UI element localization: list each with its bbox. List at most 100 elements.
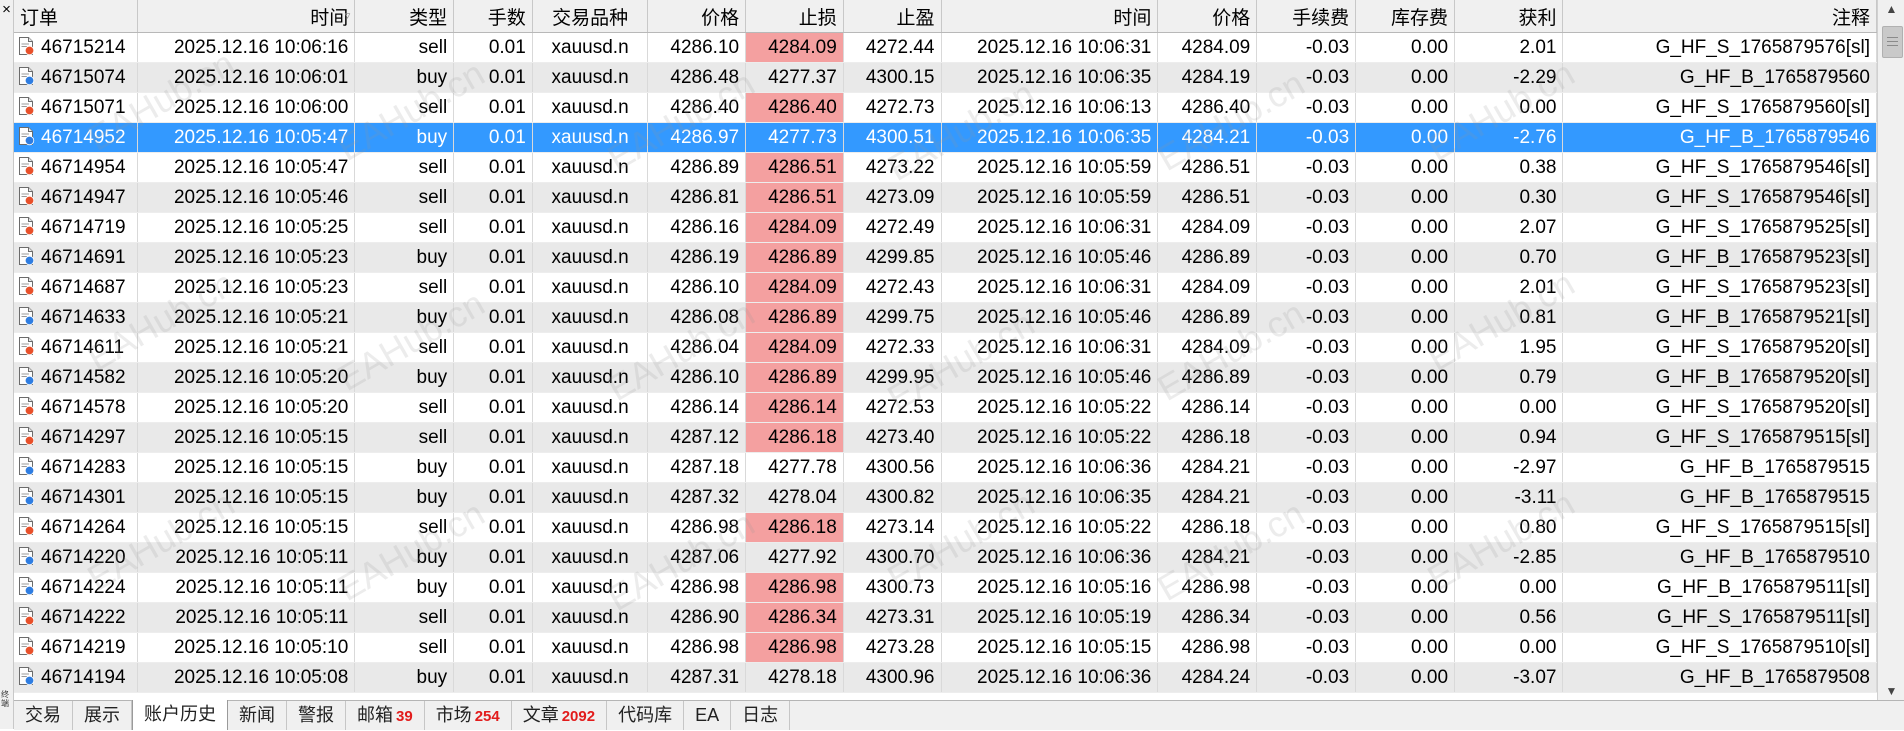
- cell-tp: 4300.82: [843, 482, 942, 513]
- column-header-swap[interactable]: 库存费: [1355, 0, 1456, 33]
- scroll-up-icon[interactable]: ▲: [1878, 2, 1904, 16]
- table-row[interactable]: 46714687 2025.12.16 10:05:23 sell 0.01 xauus…: [14, 272, 1877, 303]
- cell-close_price: 4286.14: [1157, 392, 1258, 423]
- cell-profit: -3.11: [1454, 482, 1564, 513]
- tab-exposure[interactable]: 展示: [73, 701, 132, 730]
- cell-symbol: xauusd.n: [532, 182, 649, 213]
- cell-sl: 4284.09: [745, 272, 844, 303]
- cell-close_time: 2025.12.16 10:05:22: [941, 512, 1159, 543]
- vertical-scrollbar[interactable]: ▲ ▼: [1877, 0, 1904, 700]
- cell-type: sell: [354, 32, 455, 63]
- account-history-grid: 订单 时间 ▿ 类型 手数 交易品种 价格 止损 止盈 时间 价格 手续费 库存费 获利 注释 467152…: [14, 0, 1877, 700]
- cell-lots: 0.01: [453, 362, 533, 393]
- cell-close_time: 2025.12.16 10:05:46: [941, 362, 1159, 393]
- table-row[interactable]: 46714219 2025.12.16 10:05:10 sell 0.01 xauus…: [14, 632, 1877, 663]
- tab-trade[interactable]: 交易: [14, 701, 73, 730]
- table-row[interactable]: 46714719 2025.12.16 10:05:25 sell 0.01 xauus…: [14, 212, 1877, 243]
- cell-open_time: 2025.12.16 10:05:25: [137, 212, 356, 243]
- cell-profit: -2.29: [1454, 62, 1564, 93]
- table-row[interactable]: 46714611 2025.12.16 10:05:21 sell 0.01 xauus…: [14, 332, 1877, 363]
- cell-sl: 4286.40: [745, 92, 844, 123]
- order-number: 46714633: [41, 306, 126, 328]
- column-header-type[interactable]: 类型: [354, 0, 455, 33]
- tab-alerts[interactable]: 警报: [287, 701, 346, 730]
- cell-commission: -0.03: [1256, 272, 1357, 303]
- cell-type: buy: [354, 482, 455, 513]
- cell-order: 46714611: [14, 332, 139, 363]
- table-row[interactable]: 46715071 2025.12.16 10:06:00 sell 0.01 xauus…: [14, 92, 1877, 123]
- column-header-close_time[interactable]: 时间: [941, 0, 1159, 33]
- cell-close_price: 4286.98: [1157, 572, 1258, 603]
- cell-tp: 4300.96: [843, 662, 942, 693]
- column-header-lots[interactable]: 手数: [453, 0, 533, 33]
- table-row[interactable]: 46714297 2025.12.16 10:05:15 sell 0.01 xauus…: [14, 422, 1877, 453]
- cell-symbol: xauusd.n: [532, 242, 649, 273]
- cell-open_time: 2025.12.16 10:05:15: [137, 452, 356, 483]
- cell-swap: 0.00: [1355, 332, 1456, 363]
- cell-type: sell: [354, 332, 455, 363]
- column-header-open_time[interactable]: 时间 ▿: [137, 0, 356, 33]
- table-row[interactable]: 46714633 2025.12.16 10:05:21 buy 0.01 xauusd…: [14, 302, 1877, 333]
- table-row[interactable]: 46714194 2025.12.16 10:05:08 buy 0.01 xauusd…: [14, 662, 1877, 693]
- cell-type: sell: [354, 212, 455, 243]
- table-row[interactable]: 46714264 2025.12.16 10:05:15 sell 0.01 xauus…: [14, 512, 1877, 543]
- cell-tp: 4300.15: [843, 62, 942, 93]
- column-header-label: 止损: [798, 7, 837, 29]
- tab-market[interactable]: 市场 254: [425, 701, 512, 730]
- cell-order: 46714633: [14, 302, 139, 333]
- table-row[interactable]: 46714952 2025.12.16 10:05:47 buy 0.01 xauusd…: [14, 122, 1877, 153]
- cell-close_time: 2025.12.16 10:05:59: [941, 182, 1159, 213]
- cell-order: 46714219: [14, 632, 139, 663]
- cell-close_price: 4284.21: [1157, 482, 1258, 513]
- column-header-commission[interactable]: 手续费: [1256, 0, 1357, 33]
- tab-journal[interactable]: 日志: [731, 701, 791, 730]
- tab-news[interactable]: 新闻: [228, 701, 287, 730]
- cell-profit: 0.00: [1454, 92, 1564, 123]
- cell-open_time: 2025.12.16 10:05:47: [137, 152, 356, 183]
- tab-code-base[interactable]: 代码库: [607, 701, 685, 730]
- cell-sl: 4278.04: [745, 482, 844, 513]
- table-row[interactable]: 46714954 2025.12.16 10:05:47 sell 0.01 xauus…: [14, 152, 1877, 183]
- column-header-comment[interactable]: 注释: [1562, 0, 1877, 33]
- sell-order-icon: [18, 396, 35, 416]
- table-row[interactable]: 46714222 2025.12.16 10:05:11 sell 0.01 xauus…: [14, 602, 1877, 633]
- cell-swap: 0.00: [1355, 542, 1456, 573]
- table-row[interactable]: 46714283 2025.12.16 10:05:15 buy 0.01 xauusd…: [14, 452, 1877, 483]
- table-row[interactable]: 46714582 2025.12.16 10:05:20 buy 0.01 xauusd…: [14, 362, 1877, 393]
- tab-mailbox[interactable]: 邮箱 39: [346, 701, 425, 730]
- order-number: 46715071: [41, 96, 126, 118]
- cell-sl: 4286.89: [745, 302, 844, 333]
- cell-sl: 4286.98: [745, 572, 844, 603]
- cell-close_price: 4284.21: [1157, 542, 1258, 573]
- table-row[interactable]: 46715214 2025.12.16 10:06:16 sell 0.01 xauus…: [14, 32, 1877, 63]
- tab-account-history[interactable]: 账户历史: [132, 700, 228, 730]
- column-header-open_price[interactable]: 价格: [647, 0, 747, 33]
- table-row[interactable]: 46714578 2025.12.16 10:05:20 sell 0.01 xauus…: [14, 392, 1877, 423]
- table-header-row: 订单 时间 ▿ 类型 手数 交易品种 价格 止损 止盈 时间 价格 手续费 库存费 获利 注释: [14, 0, 1877, 33]
- scroll-down-icon[interactable]: ▼: [1878, 684, 1904, 698]
- column-header-tp[interactable]: 止盈: [843, 0, 942, 33]
- column-header-close_price[interactable]: 价格: [1157, 0, 1258, 33]
- cell-lots: 0.01: [453, 452, 533, 483]
- sell-order-icon: [18, 516, 35, 536]
- table-row[interactable]: 46714301 2025.12.16 10:05:15 buy 0.01 xauusd…: [14, 482, 1877, 513]
- cell-order: 46714194: [14, 662, 139, 693]
- tab-articles[interactable]: 文章 2092: [512, 701, 608, 730]
- cell-lots: 0.01: [453, 302, 533, 333]
- table-row[interactable]: 46714691 2025.12.16 10:05:23 buy 0.01 xauusd…: [14, 242, 1877, 273]
- table-row[interactable]: 46714220 2025.12.16 10:05:11 buy 0.01 xauusd…: [14, 542, 1877, 573]
- table-row[interactable]: 46715074 2025.12.16 10:06:01 buy 0.01 xauusd…: [14, 62, 1877, 93]
- table-row[interactable]: 46714947 2025.12.16 10:05:46 sell 0.01 xauus…: [14, 182, 1877, 213]
- column-header-profit[interactable]: 获利: [1454, 0, 1564, 33]
- cell-close_time: 2025.12.16 10:05:59: [941, 152, 1159, 183]
- column-header-symbol[interactable]: 交易品种: [532, 0, 649, 33]
- close-icon[interactable]: ×: [0, 2, 13, 18]
- column-header-order[interactable]: 订单: [14, 0, 139, 33]
- tab-ea[interactable]: EA: [684, 701, 732, 730]
- scroll-thumb[interactable]: [1882, 26, 1903, 58]
- cell-profit: 2.07: [1454, 212, 1564, 243]
- cell-open_price: 4286.89: [647, 152, 747, 183]
- table-row[interactable]: 46714224 2025.12.16 10:05:11 buy 0.01 xauusd…: [14, 572, 1877, 603]
- cell-tp: 4272.73: [843, 92, 942, 123]
- column-header-sl[interactable]: 止损: [745, 0, 844, 33]
